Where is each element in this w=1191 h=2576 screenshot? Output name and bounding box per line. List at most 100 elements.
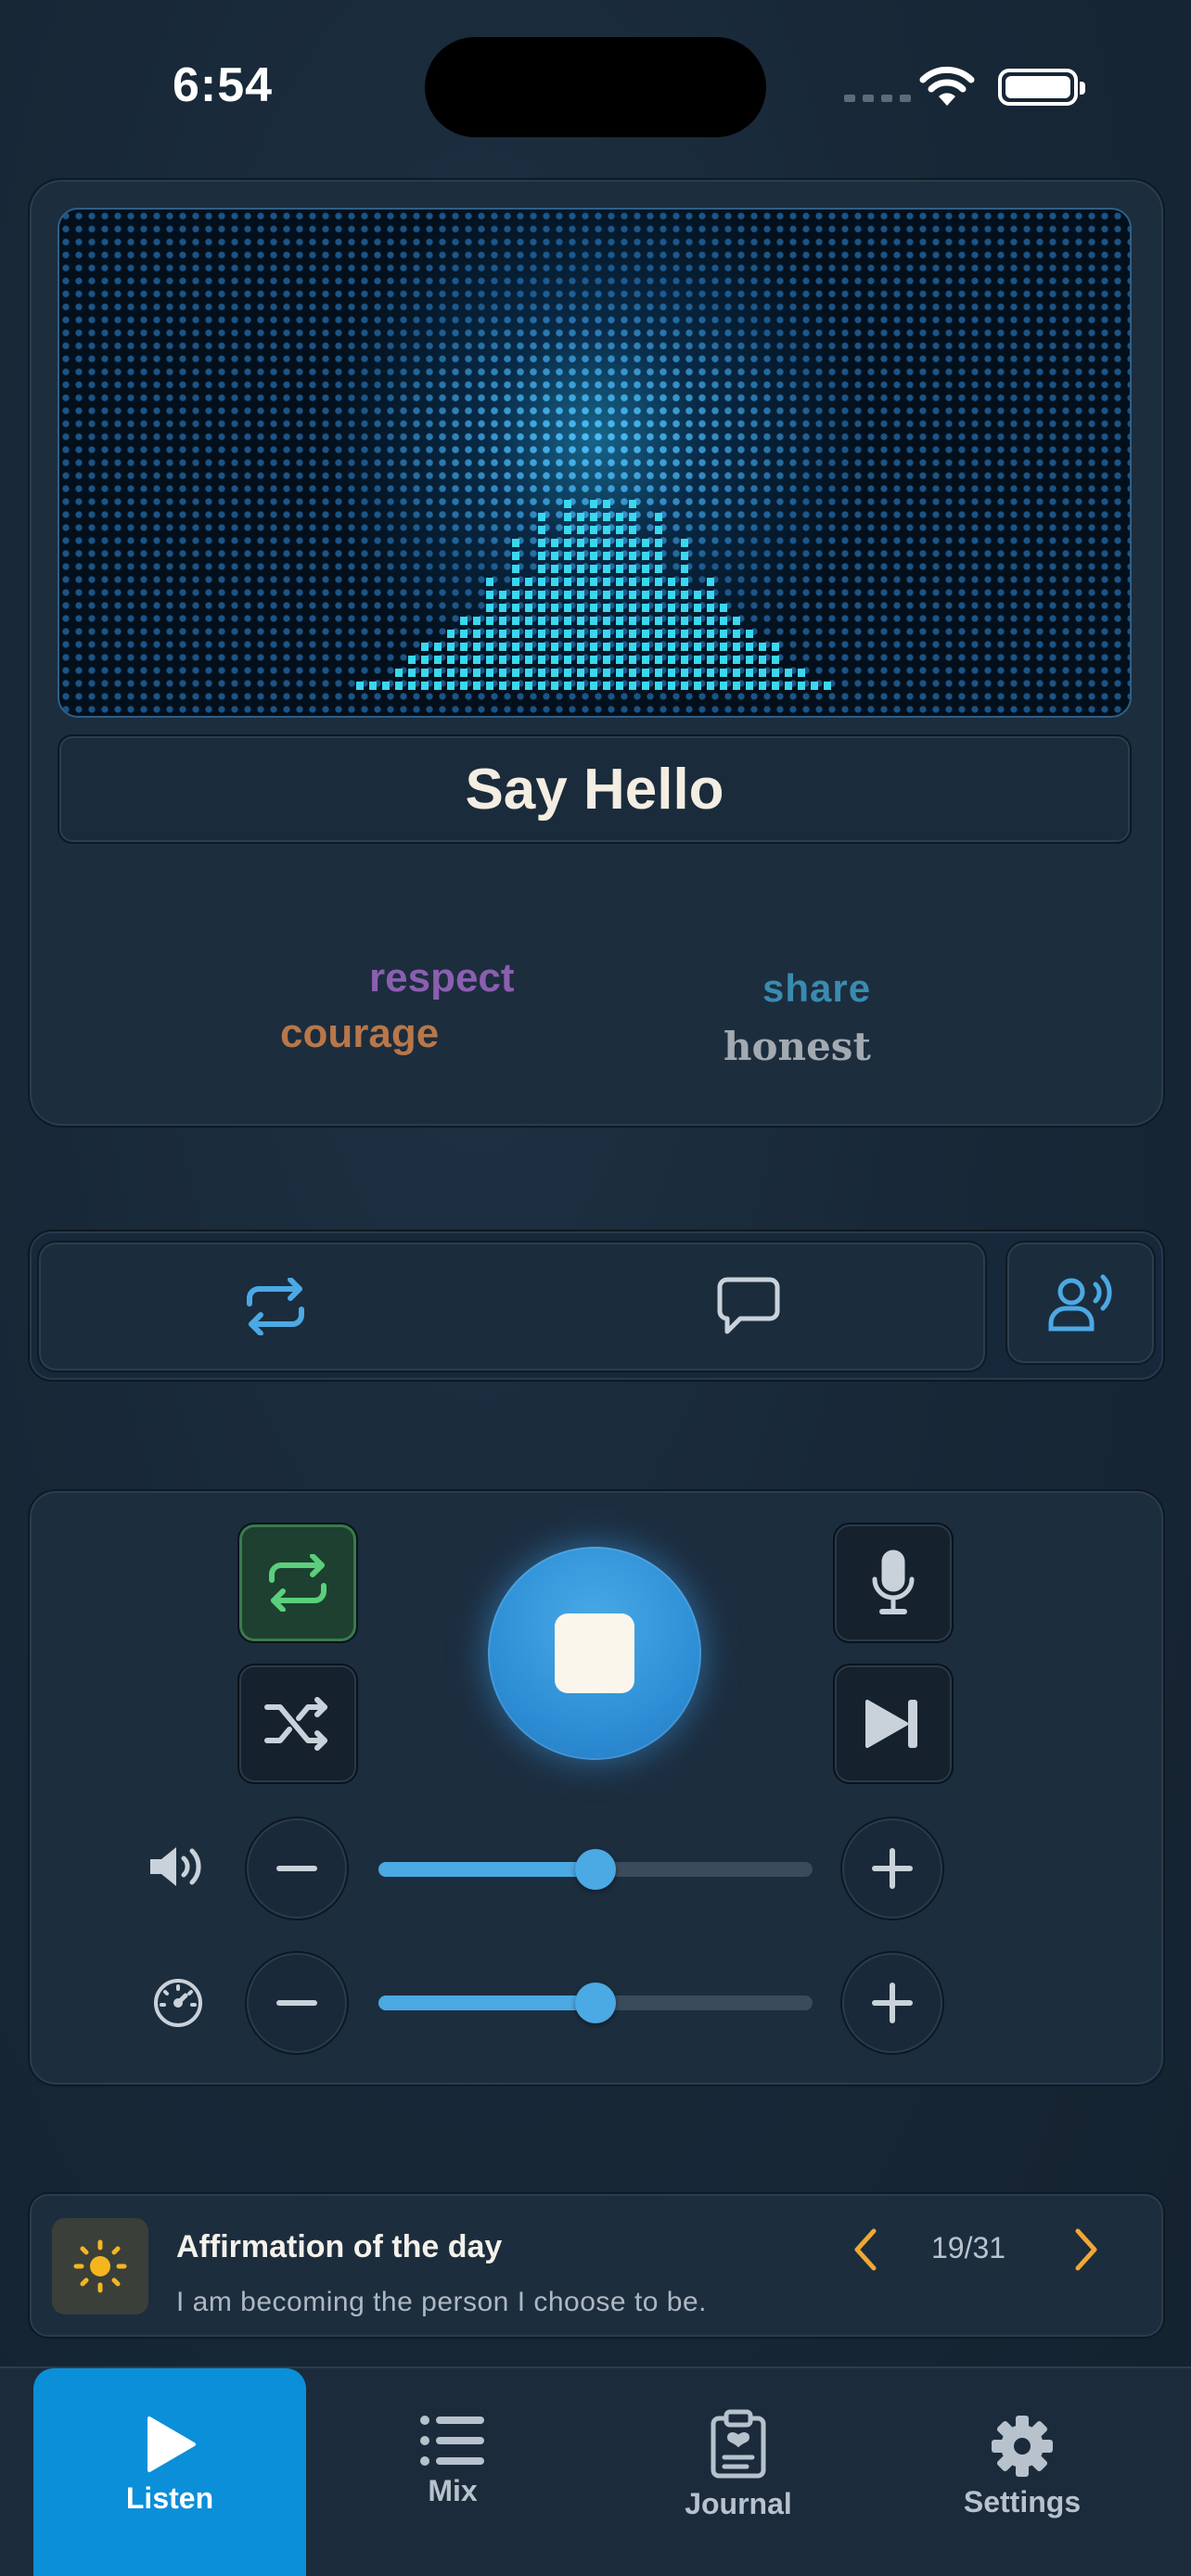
track-title-box: Say Hello [58, 734, 1132, 844]
microphone-button[interactable] [833, 1523, 954, 1643]
affirmation-prev-button[interactable] [846, 2224, 887, 2280]
tab-listen[interactable]: Listen [33, 2368, 306, 2576]
stop-icon [555, 1613, 634, 1693]
voice-mode-button[interactable] [1005, 1241, 1156, 1365]
track-title: Say Hello [465, 757, 724, 822]
equalizer-bar [590, 500, 597, 690]
equalizer-bar [798, 669, 805, 690]
affirmation-counter: 19/31 [931, 2231, 1006, 2264]
equalizer-bar [356, 679, 364, 690]
tab-label: Listen [125, 2481, 214, 2515]
equalizer-bar [642, 539, 649, 690]
speed-slider-thumb[interactable] [575, 1983, 616, 2023]
affirmation-title: Affirmation of the day [176, 2229, 503, 2264]
clipboard-heart-icon [711, 2409, 766, 2479]
gear-icon [992, 2416, 1053, 2477]
equalizer-bar [486, 578, 493, 690]
equalizer-bar [694, 591, 701, 690]
shuffle-icon [264, 1697, 327, 1751]
tab-label: Mix [428, 2474, 478, 2507]
equalizer-bar [447, 630, 455, 690]
tab-label: Settings [963, 2485, 1082, 2519]
speed-up-button[interactable] [840, 1951, 944, 2055]
mode-repeat-button[interactable] [39, 1243, 512, 1371]
plus-icon [872, 1848, 913, 1889]
equalizer-bar [551, 539, 558, 690]
speed-down-button[interactable] [245, 1951, 349, 2055]
volume-down-button[interactable] [245, 1817, 349, 1920]
mode-segmented-control [37, 1241, 987, 1372]
tab-mix[interactable]: Mix [360, 2368, 545, 2576]
skip-forward-icon [865, 1700, 917, 1748]
skip-forward-button[interactable] [833, 1664, 954, 1784]
mode-speech-button[interactable] [512, 1243, 985, 1371]
tab-label: Journal [685, 2487, 792, 2520]
speech-bubble-icon [717, 1277, 780, 1334]
equalizer-bar [668, 578, 675, 690]
repeat-icon [269, 1554, 327, 1612]
chevron-right-icon [1075, 2228, 1097, 2271]
word-cloud-item: honest [724, 1024, 871, 1069]
cellular-signal-icon [844, 95, 911, 102]
equalizer-bar [811, 679, 818, 690]
chevron-left-icon [854, 2228, 877, 2271]
sun-icon [52, 2218, 148, 2315]
equalizer-bar [759, 643, 766, 690]
volume-up-button[interactable] [840, 1817, 944, 1920]
equalizer-bar [707, 578, 714, 690]
equalizer-bar [473, 617, 480, 690]
speed-slider[interactable] [378, 1983, 813, 2023]
equalizer-bar [564, 500, 571, 690]
equalizer-bars [59, 467, 1130, 690]
list-icon [420, 2416, 484, 2466]
stop-button[interactable] [488, 1547, 701, 1760]
equalizer-bar [603, 500, 610, 690]
volume-icon [147, 1843, 208, 1894]
equalizer-bar [382, 679, 390, 690]
equalizer-bar [824, 679, 831, 690]
volume-slider[interactable] [378, 1849, 813, 1890]
equalizer-bar [395, 669, 403, 690]
word-cloud-item: respect [369, 955, 515, 1001]
repeat-toggle-button[interactable] [237, 1523, 358, 1643]
affirmation-next-button[interactable] [1065, 2224, 1106, 2280]
wifi-icon [918, 65, 976, 112]
equalizer-bar [538, 513, 545, 690]
equalizer-bar [408, 656, 416, 690]
audio-visualizer [58, 208, 1132, 718]
equalizer-bar [525, 578, 532, 690]
equalizer-bar [785, 669, 792, 690]
equalizer-bar [577, 513, 584, 690]
equalizer-bar [434, 643, 442, 690]
minus-icon [276, 2000, 317, 2006]
equalizer-bar [369, 679, 377, 690]
microphone-icon [872, 1549, 915, 1614]
equalizer-bar [655, 513, 662, 690]
equalizer-bar [733, 617, 740, 690]
equalizer-bar [616, 513, 623, 690]
affirmation-text: I am becoming the person I choose to be. [176, 2287, 707, 2317]
play-icon [147, 2417, 196, 2472]
word-cloud-item: share [762, 966, 872, 1010]
volume-slider-thumb[interactable] [575, 1849, 616, 1890]
battery-icon [998, 69, 1085, 106]
word-cloud-item: courage [280, 1011, 440, 1056]
plus-icon [872, 1983, 913, 2023]
equalizer-bar [746, 630, 753, 690]
equalizer-bar [499, 591, 506, 690]
repeat-icon [247, 1278, 304, 1335]
status-time: 6:54 [173, 58, 274, 112]
tab-journal[interactable]: Journal [646, 2368, 831, 2576]
equalizer-bar [512, 539, 519, 690]
minus-icon [276, 1866, 317, 1871]
dynamic-island [425, 37, 766, 137]
equalizer-bar [460, 617, 467, 690]
shuffle-button[interactable] [237, 1664, 358, 1784]
speedometer-icon [152, 1977, 204, 2034]
equalizer-bar [772, 643, 779, 690]
tab-settings[interactable]: Settings [929, 2368, 1115, 2576]
voice-speaker-icon [1048, 1274, 1112, 1332]
equalizer-bar [720, 604, 727, 690]
equalizer-bar [629, 500, 636, 690]
equalizer-bar [681, 539, 688, 690]
